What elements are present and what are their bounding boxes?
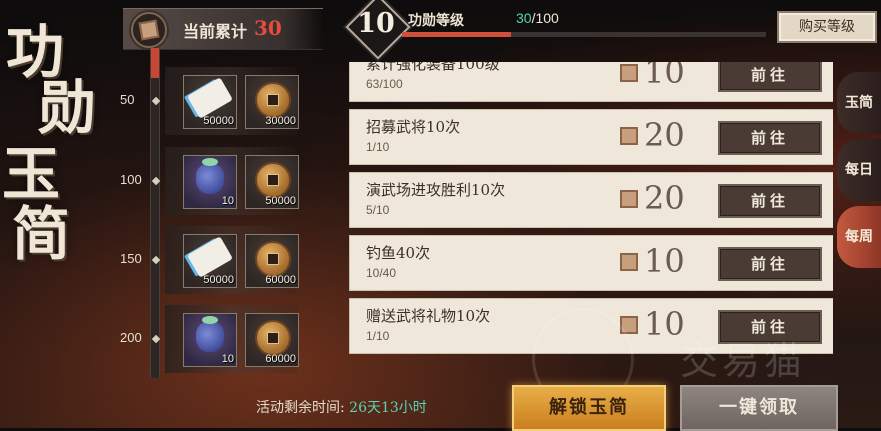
reward-item[interactable]: 60000 bbox=[245, 313, 299, 367]
scroll-icon bbox=[187, 236, 233, 278]
box-icon bbox=[620, 127, 638, 145]
reward-item[interactable]: 10 bbox=[183, 313, 237, 367]
reward-item[interactable]: 10 bbox=[183, 155, 237, 209]
title-char: 玉 bbox=[2, 140, 61, 208]
task-progress: 1/10 bbox=[366, 140, 390, 154]
level-value: 10 bbox=[357, 8, 395, 39]
claim-all-button[interactable]: 一键领取 bbox=[680, 385, 838, 431]
reward-qty: 60000 bbox=[265, 274, 296, 286]
title-char: 简 bbox=[12, 200, 71, 268]
task-progress: 10/40 bbox=[366, 266, 397, 280]
tier-row: 50000 30000 bbox=[165, 67, 299, 135]
task-points: 20 bbox=[644, 116, 685, 154]
task-points: 10 bbox=[644, 305, 685, 343]
reward-qty: 10 bbox=[221, 353, 234, 365]
task-row: 演武场进攻胜利10次 5/10 20 前往 bbox=[349, 172, 833, 228]
coin-icon bbox=[255, 82, 291, 118]
level-title: 功勋等级 bbox=[408, 13, 464, 29]
go-button[interactable]: 前往 bbox=[718, 121, 822, 155]
task-name: 赠送武将礼物10次 bbox=[366, 307, 491, 325]
tab-weekly[interactable]: 每周 bbox=[837, 206, 881, 268]
task-progress: 63/100 bbox=[366, 77, 403, 91]
tier-row: 10 60000 bbox=[165, 305, 299, 373]
level-progress-fill bbox=[402, 32, 512, 37]
task-name: 招募武将10次 bbox=[366, 118, 461, 136]
reward-qty: 50000 bbox=[265, 195, 296, 207]
reward-item[interactable]: 60000 bbox=[245, 234, 299, 288]
reward-item[interactable]: 50000 bbox=[183, 234, 237, 288]
box-icon bbox=[131, 12, 167, 48]
task-points: 20 bbox=[644, 179, 685, 217]
reward-item[interactable]: 50000 bbox=[245, 155, 299, 209]
accumulated-points: 当前累计 30 bbox=[123, 8, 323, 50]
tier-row: 50000 60000 bbox=[165, 226, 299, 294]
task-progress: 5/10 bbox=[366, 203, 390, 217]
title-char: 功 bbox=[6, 18, 65, 86]
go-button[interactable]: 前往 bbox=[718, 62, 822, 92]
box-icon bbox=[620, 253, 638, 271]
watermark: 交易猫 bbox=[680, 339, 807, 383]
reward-qty: 30000 bbox=[265, 115, 296, 127]
level-max: /100 bbox=[531, 10, 559, 26]
go-button[interactable]: 前往 bbox=[718, 247, 822, 281]
accumulated-label: 当前累计 bbox=[183, 22, 248, 41]
level-progress-bar bbox=[402, 32, 766, 37]
task-row: 钓鱼40次 10/40 10 前往 bbox=[349, 235, 833, 291]
buy-level-button[interactable]: 购买等级 bbox=[777, 11, 877, 43]
reward-qty: 50000 bbox=[203, 115, 234, 127]
reward-item[interactable]: 50000 bbox=[183, 75, 237, 129]
remaining-label: 活动剩余时间: bbox=[256, 400, 345, 416]
tier-row: 10 50000 bbox=[165, 147, 299, 215]
task-name: 累计强化装备100级 bbox=[366, 62, 500, 73]
coin-icon bbox=[255, 241, 291, 277]
title-char: 勋 bbox=[38, 74, 97, 142]
coin-icon bbox=[255, 162, 291, 198]
bag-icon bbox=[196, 316, 224, 352]
box-icon bbox=[620, 64, 638, 82]
bag-icon bbox=[196, 158, 224, 194]
go-button[interactable]: 前往 bbox=[718, 184, 822, 218]
box-icon bbox=[620, 190, 638, 208]
tab-daily[interactable]: 每日 bbox=[837, 139, 881, 201]
task-name: 演武场进攻胜利10次 bbox=[366, 181, 506, 199]
remaining-time: 活动剩余时间: 26天13小时 bbox=[256, 397, 427, 417]
task-progress: 1/10 bbox=[366, 329, 390, 343]
remaining-value: 26天13小时 bbox=[349, 400, 427, 416]
reward-qty: 60000 bbox=[265, 353, 296, 365]
accumulated-value: 30 bbox=[254, 16, 282, 40]
reward-qty: 50000 bbox=[203, 274, 234, 286]
unlock-button[interactable]: 解锁玉简 bbox=[512, 385, 666, 431]
reward-item[interactable]: 30000 bbox=[245, 75, 299, 129]
coin-icon bbox=[255, 320, 291, 356]
task-points: 10 bbox=[644, 62, 685, 91]
task-row: 招募武将10次 1/10 20 前往 bbox=[349, 109, 833, 165]
level-progress-text: 30/100 bbox=[516, 10, 559, 26]
level-current: 30 bbox=[516, 10, 532, 26]
reward-qty: 10 bbox=[221, 195, 234, 207]
scroll-icon bbox=[187, 77, 233, 119]
tab-jade-slip[interactable]: 玉简 bbox=[837, 72, 881, 134]
task-points: 10 bbox=[644, 242, 685, 280]
task-name: 钓鱼40次 bbox=[366, 244, 431, 262]
task-row: 累计强化装备100级 63/100 10 前往 bbox=[349, 62, 833, 102]
